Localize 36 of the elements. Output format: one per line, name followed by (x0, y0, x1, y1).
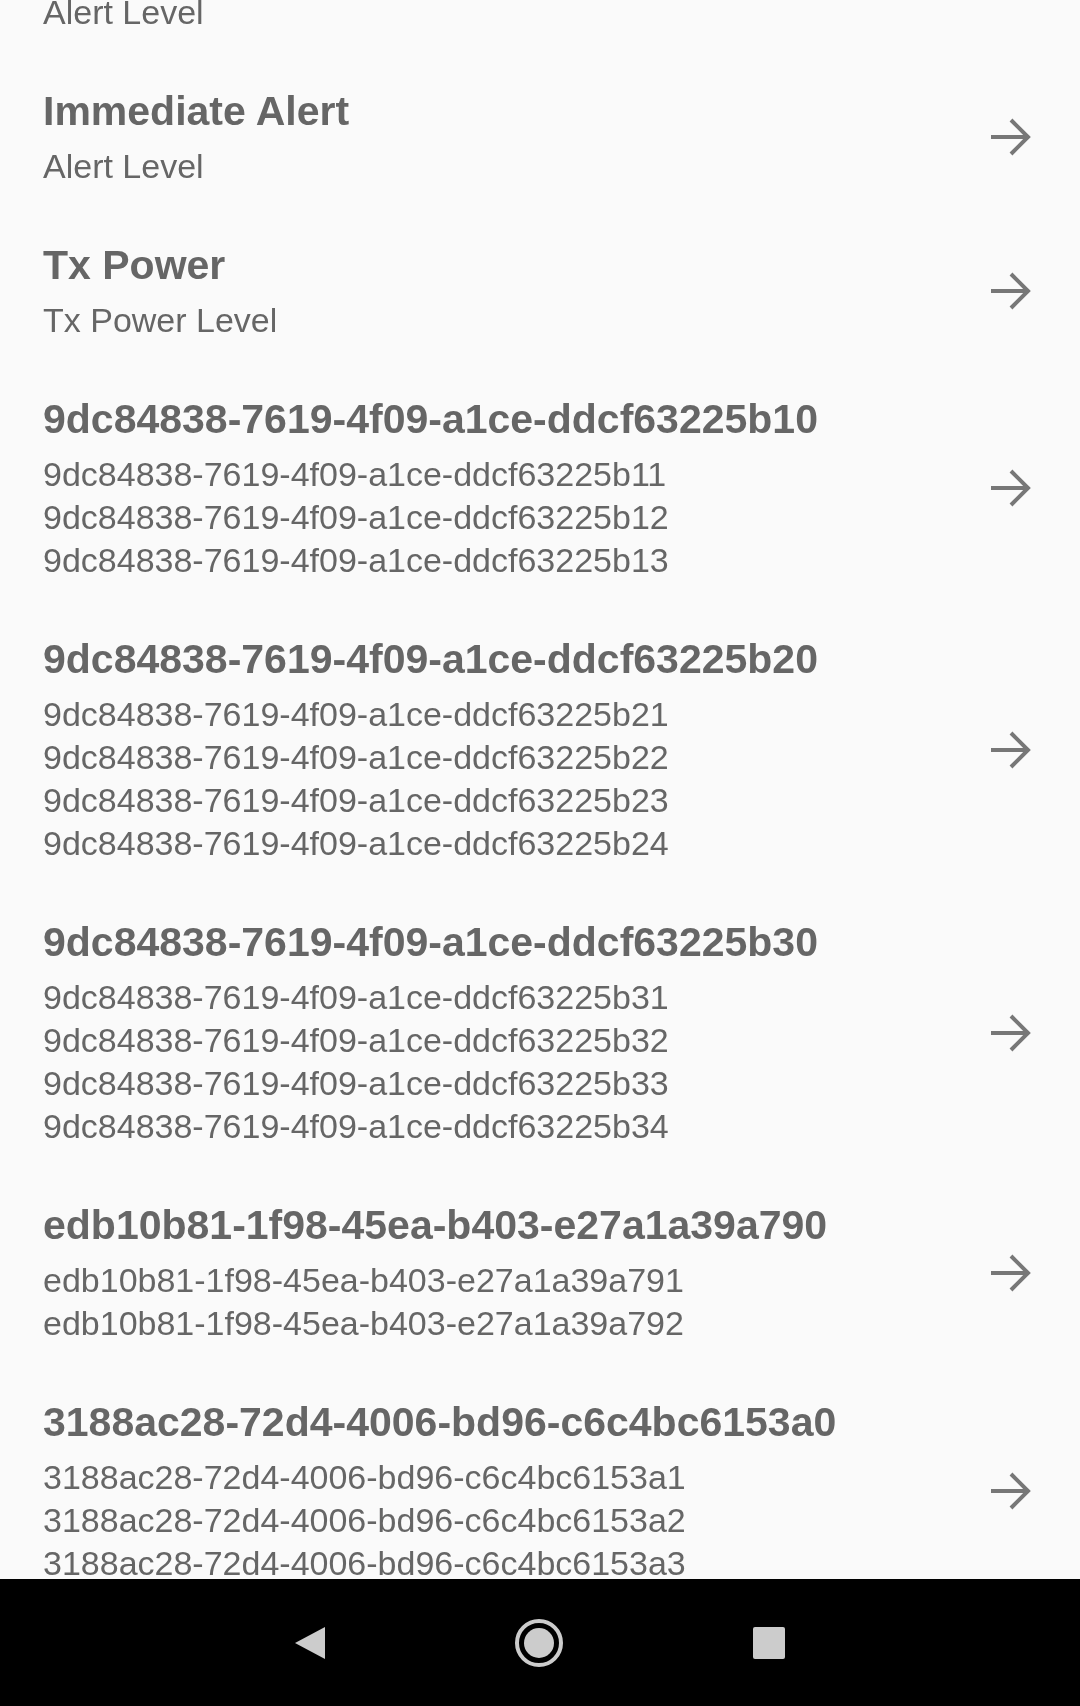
characteristic-name: Tx Power Level (43, 300, 279, 341)
characteristic-name: 9dc84838-7619-4f09-a1ce-ddcf63225b22 (43, 737, 670, 778)
characteristic-name: 9dc84838-7619-4f09-a1ce-ddcf63225b12 (43, 497, 670, 538)
characteristic-name: 9dc84838-7619-4f09-a1ce-ddcf63225b34 (43, 1106, 670, 1147)
back-icon[interactable] (293, 1624, 328, 1661)
service-title: 9dc84838-7619-4f09-a1ce-ddcf63225b30 (43, 918, 819, 967)
arrow-icon[interactable] (988, 117, 1032, 157)
characteristic-name: edb10b81-1f98-45ea-b403-e27a1a39a792 (43, 1303, 685, 1344)
characteristic-name: 9dc84838-7619-4f09-a1ce-ddcf63225b23 (43, 780, 670, 821)
characteristic-name: 3188ac28-72d4-4006-bd96-c6c4bc6153a2 (43, 1500, 687, 1541)
characteristic-name: 9dc84838-7619-4f09-a1ce-ddcf63225b24 (43, 823, 670, 864)
characteristic-name: 9dc84838-7619-4f09-a1ce-ddcf63225b13 (43, 540, 670, 581)
home-icon[interactable] (514, 1617, 564, 1668)
arrow-icon[interactable] (988, 1471, 1032, 1511)
characteristic-name: 3188ac28-72d4-4006-bd96-c6c4bc6153a1 (43, 1457, 687, 1498)
characteristic-name: Alert Level (43, 0, 205, 33)
characteristic-name: 9dc84838-7619-4f09-a1ce-ddcf63225b11 (43, 454, 668, 495)
arrow-icon[interactable] (988, 468, 1032, 508)
characteristic-name: 9dc84838-7619-4f09-a1ce-ddcf63225b33 (43, 1063, 670, 1104)
characteristic-name: 9dc84838-7619-4f09-a1ce-ddcf63225b32 (43, 1020, 670, 1061)
arrow-icon[interactable] (988, 271, 1032, 311)
service-title: Tx Power (43, 241, 227, 290)
arrow-icon[interactable] (988, 729, 1032, 770)
arrow-icon[interactable] (988, 1252, 1032, 1293)
characteristic-name: 9dc84838-7619-4f09-a1ce-ddcf63225b31 (43, 977, 670, 1018)
characteristic-name: 3188ac28-72d4-4006-bd96-c6c4bc6153a3 (43, 1543, 687, 1579)
overview-icon[interactable] (750, 1624, 787, 1661)
service-title: 9dc84838-7619-4f09-a1ce-ddcf63225b20 (43, 635, 819, 684)
arrow-icon[interactable] (988, 1012, 1032, 1053)
characteristic-name: Alert Level (43, 146, 205, 187)
service-title: edb10b81-1f98-45ea-b403-e27a1a39a790 (43, 1201, 829, 1250)
characteristic-name: edb10b81-1f98-45ea-b403-e27a1a39a791 (43, 1260, 685, 1301)
characteristic-name: 9dc84838-7619-4f09-a1ce-ddcf63225b21 (43, 694, 670, 735)
service-title: 9dc84838-7619-4f09-a1ce-ddcf63225b10 (43, 395, 819, 444)
service-title: Immediate Alert (43, 87, 351, 136)
service-title: 3188ac28-72d4-4006-bd96-c6c4bc6153a0 (43, 1398, 838, 1447)
